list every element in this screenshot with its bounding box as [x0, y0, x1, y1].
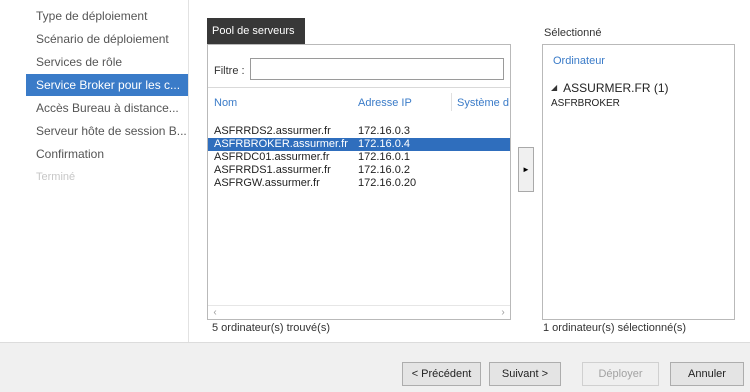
- selected-panel: Ordinateur ◢ ASSURMER.FR (1) ASFRBROKER: [542, 44, 735, 320]
- column-header-name[interactable]: Nom: [214, 97, 237, 109]
- server-name: ASFRRDS1.assurmer.fr: [214, 164, 331, 176]
- column-header-os[interactable]: Système d: [457, 97, 509, 109]
- list-separator: [208, 87, 510, 88]
- found-count: 5 ordinateur(s) trouvé(s): [212, 322, 330, 334]
- server-ip: 172.16.0.20: [358, 177, 417, 189]
- wizard-footer: < Précédent Suivant > Déployer Annuler: [0, 342, 750, 392]
- add-to-selected-button[interactable]: ►: [518, 147, 534, 192]
- server-name: ASFRRDS2.assurmer.fr: [214, 125, 331, 137]
- cancel-button[interactable]: Annuler: [670, 362, 744, 386]
- selected-count: 1 ordinateur(s) sélectionné(s): [543, 322, 687, 334]
- nav-item-deployment-type[interactable]: Type de déploiement: [36, 5, 186, 27]
- nav-divider: [188, 0, 189, 342]
- server-ip: 172.16.0.4: [358, 138, 410, 150]
- nav-item-role-services[interactable]: Services de rôle: [36, 51, 186, 73]
- nav-item-session-host[interactable]: Serveur hôte de session B...: [36, 120, 186, 142]
- server-row[interactable]: ASFRRDS2.assurmer.fr 172.16.0.3: [208, 125, 510, 138]
- server-ip: 172.16.0.3: [358, 125, 410, 137]
- server-ip: 172.16.0.2: [358, 164, 410, 176]
- server-pool-panel: Filtre : Nom Adresse IP Système d ASFRRD…: [207, 44, 511, 320]
- server-row-selected[interactable]: ASFRBROKER.assurmer.fr 172.16.0.4: [208, 138, 510, 151]
- scroll-right-icon[interactable]: ›: [496, 306, 510, 319]
- column-header-ip[interactable]: Adresse IP: [358, 97, 412, 109]
- server-row[interactable]: ASFRDC01.assurmer.fr 172.16.0.1: [208, 151, 510, 164]
- server-row[interactable]: ASFRGW.assurmer.fr 172.16.0.20: [208, 177, 510, 190]
- server-ip: 172.16.0.1: [358, 151, 410, 163]
- nav-item-confirmation[interactable]: Confirmation: [36, 143, 186, 165]
- domain-group[interactable]: ◢ ASSURMER.FR (1): [551, 81, 669, 95]
- scroll-left-icon[interactable]: ‹: [208, 306, 222, 319]
- server-row[interactable]: ASFRRDS1.assurmer.fr 172.16.0.2: [208, 164, 510, 177]
- deploy-button: Déployer: [582, 362, 659, 386]
- previous-button[interactable]: < Précédent: [402, 362, 481, 386]
- filter-label: Filtre :: [214, 65, 245, 77]
- arrow-right-icon: ►: [522, 165, 530, 174]
- nav-item-finished: Terminé: [36, 171, 76, 183]
- collapse-triangle-icon[interactable]: ◢: [551, 83, 557, 92]
- server-pool-tab[interactable]: Pool de serveurs: [207, 18, 305, 44]
- filter-input[interactable]: [250, 58, 504, 80]
- next-button[interactable]: Suivant >: [489, 362, 561, 386]
- nav-item-web-access[interactable]: Accès Bureau à distance...: [36, 97, 186, 119]
- column-header-computer[interactable]: Ordinateur: [553, 55, 605, 67]
- server-name: ASFRBROKER.assurmer.fr: [214, 138, 348, 150]
- column-separator[interactable]: [451, 93, 452, 111]
- server-name: ASFRGW.assurmer.fr: [214, 177, 320, 189]
- wizard-nav: Type de déploiement Scénario de déploiem…: [0, 0, 190, 342]
- server-list: ASFRRDS2.assurmer.fr 172.16.0.3 ASFRBROK…: [208, 125, 510, 190]
- selected-label: Sélectionné: [544, 27, 602, 39]
- nav-item-connection-broker[interactable]: Service Broker pour les c...: [26, 74, 188, 96]
- domain-group-label: ASSURMER.FR (1): [563, 81, 669, 95]
- server-name: ASFRDC01.assurmer.fr: [214, 151, 330, 163]
- selected-server[interactable]: ASFRBROKER: [551, 98, 620, 109]
- horizontal-scrollbar[interactable]: ‹ ›: [208, 305, 510, 319]
- nav-item-deployment-scenario[interactable]: Scénario de déploiement: [36, 28, 186, 50]
